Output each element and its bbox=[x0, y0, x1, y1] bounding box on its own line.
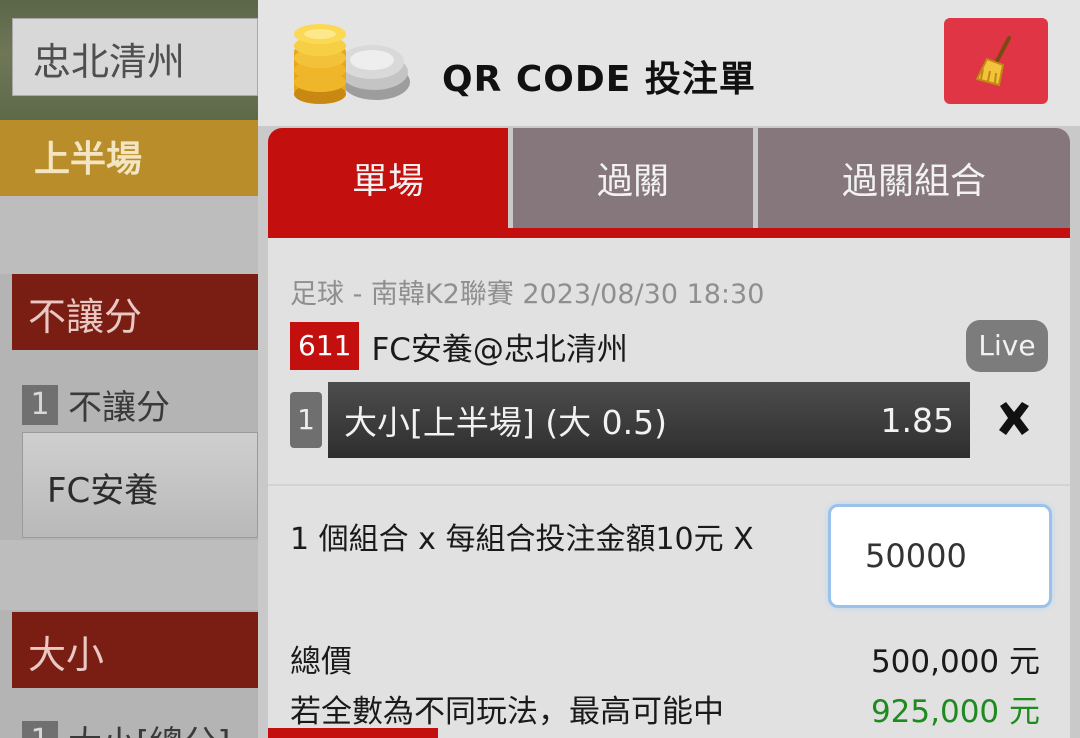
market-row-over-under: 1 大小[總分] bbox=[22, 716, 231, 738]
row-label: 不讓分 bbox=[68, 388, 170, 428]
tab-underline bbox=[268, 228, 1070, 238]
market-row-handicap: 1 不讓分 bbox=[22, 380, 170, 429]
match-row: 611 FC安養@忠北清州 bbox=[290, 322, 628, 370]
tab-parlay-combo[interactable]: 過關組合 bbox=[758, 128, 1070, 228]
match-name: FC安養@忠北清州 bbox=[371, 331, 628, 368]
max-win-label: 若全數為不同玩法，最高可能中 bbox=[290, 694, 724, 730]
team-name-box: 忠北清州 bbox=[12, 18, 258, 96]
section-header-handicap: 不讓分 bbox=[12, 274, 258, 350]
section-header-over-under: 大小 bbox=[12, 612, 258, 688]
match-id-badge: 611 bbox=[290, 322, 360, 370]
combo-description: 1 個組合 x 每組合投注金額10元 X bbox=[290, 522, 754, 557]
selection-label: FC安養 bbox=[47, 471, 159, 511]
pick-odds: 1.85 bbox=[880, 400, 954, 440]
section-title: 不讓分 bbox=[28, 295, 143, 339]
row-number-badge: 1 bbox=[22, 720, 58, 738]
close-x-icon[interactable] bbox=[994, 398, 1034, 438]
row-label: 大小[總分] bbox=[68, 716, 231, 738]
broom-icon bbox=[975, 36, 1011, 87]
total-value: 500,000 元 bbox=[870, 644, 1040, 680]
section-title: 大小 bbox=[28, 633, 105, 677]
slip-title: QR CODE 投注單 bbox=[442, 59, 756, 100]
background-strip bbox=[0, 540, 258, 610]
team-name: 忠北清州 bbox=[33, 40, 186, 84]
coins-icon bbox=[294, 24, 410, 104]
half-label: 上半場 bbox=[34, 139, 143, 180]
bottom-accent bbox=[268, 728, 438, 738]
total-label: 總價 bbox=[290, 644, 352, 680]
half-time-bar: 上半場 bbox=[0, 120, 258, 196]
pick-row: 1 大小[上半場] (大 0.5) 1.85 bbox=[290, 382, 970, 458]
stake-input[interactable] bbox=[828, 504, 1052, 608]
slip-header: QR CODE 投注單 bbox=[258, 0, 1080, 126]
pick-label: 大小[上半場] (大 0.5) bbox=[344, 403, 667, 442]
selection-button[interactable]: FC安養 bbox=[22, 432, 258, 538]
bet-type-tabs: 單場 過關 過關組合 bbox=[268, 128, 1070, 238]
bet-selection: 足球 - 南韓K2聯賽 2023/08/30 18:30 611 FC安養@忠北… bbox=[268, 238, 1070, 484]
tab-parlay[interactable]: 過關 bbox=[513, 128, 753, 228]
background-panel: 忠北清州 上半場 不讓分 1 不讓分 FC安養 大小 1 大小[總分] bbox=[0, 0, 258, 738]
pick-bar: 大小[上半場] (大 0.5) 1.85 bbox=[328, 382, 970, 458]
match-info: 足球 - 南韓K2聯賽 2023/08/30 18:30 bbox=[290, 279, 765, 310]
stake-section: 1 個組合 x 每組合投注金額10元 X 總價 500,000 元 若全數為不同… bbox=[268, 486, 1070, 738]
bet-slip: QR CODE 投注單 單場 過關 過關組合 足球 - 南韓K2聯賽 2023/… bbox=[258, 0, 1080, 738]
live-badge: Live bbox=[966, 320, 1048, 372]
background-gap bbox=[0, 196, 258, 274]
row-number-badge: 1 bbox=[22, 384, 58, 425]
max-win-value: 925,000 元 bbox=[870, 694, 1040, 730]
pick-number-badge: 1 bbox=[290, 392, 322, 448]
clear-slip-button[interactable] bbox=[944, 18, 1048, 104]
tab-single[interactable]: 單場 bbox=[268, 128, 508, 228]
